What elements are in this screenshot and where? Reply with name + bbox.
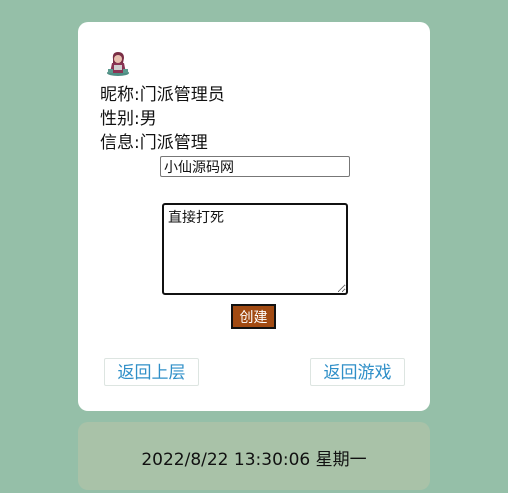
nickname-text: 昵称:门派管理员 [100,85,225,105]
info-text: 信息:门派管理 [100,133,208,153]
back-to-game-link[interactable]: 返回游戏 [310,358,405,386]
back-up-link[interactable]: 返回上层 [104,358,199,386]
description-textarea[interactable]: 直接打死 [162,203,348,295]
character-sprite-icon [107,52,129,76]
sect-name-input[interactable] [160,156,350,177]
datetime-text: 2022/8/22 13:30:06 星期一 [141,450,367,470]
clock-panel: 2022/8/22 13:30:06 星期一 [78,422,430,490]
create-button[interactable]: 创建 [231,304,276,329]
profile-card: 昵称:门派管理员 性别:男 信息:门派管理 直接打死 创建 返回上层 返回游戏 [78,22,430,411]
gender-text: 性别:男 [100,109,157,129]
